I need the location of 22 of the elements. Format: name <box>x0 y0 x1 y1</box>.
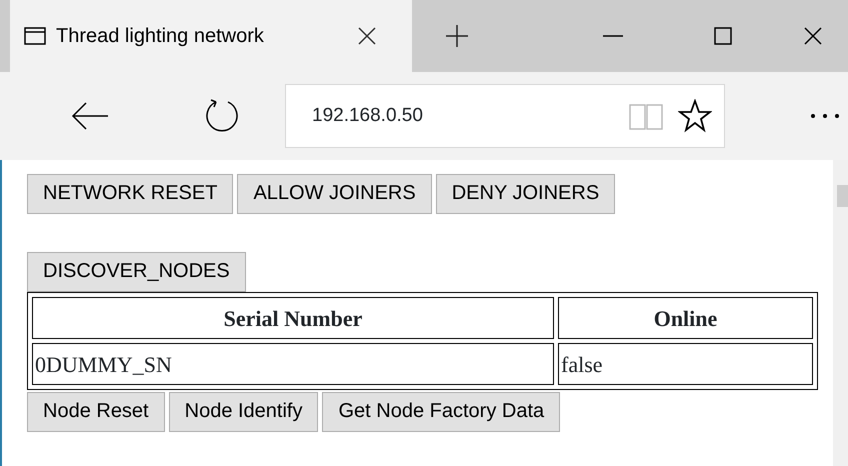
table-cell: false <box>558 343 813 385</box>
action-button[interactable]: Node Reset <box>27 392 165 432</box>
star-icon[interactable] <box>678 99 712 133</box>
table-cell: 0DUMMY_SN <box>32 343 554 385</box>
tab-page-icon <box>24 27 46 45</box>
action-button[interactable]: DENY JOINERS <box>436 174 616 214</box>
new-tab-icon[interactable] <box>446 25 468 47</box>
address-bar[interactable]: 192.168.0.50 <box>285 84 725 148</box>
action-button[interactable]: ALLOW JOINERS <box>237 174 432 214</box>
scrollbar[interactable] <box>833 160 848 466</box>
more-icon[interactable] <box>810 113 840 119</box>
discover-nodes-button[interactable]: DISCOVER_NODES <box>27 252 246 292</box>
back-icon[interactable] <box>70 101 110 131</box>
minimize-icon[interactable] <box>603 35 623 37</box>
action-button[interactable]: Node Identify <box>168 392 318 432</box>
close-icon[interactable] <box>804 27 822 45</box>
action-button[interactable]: Get Node Factory Data <box>322 392 560 432</box>
maximize-icon[interactable] <box>714 27 732 45</box>
column-header: Online <box>558 297 813 339</box>
column-header: Serial Number <box>32 297 554 339</box>
action-button[interactable]: NETWORK RESET <box>27 174 234 214</box>
close-icon[interactable] <box>358 27 376 45</box>
